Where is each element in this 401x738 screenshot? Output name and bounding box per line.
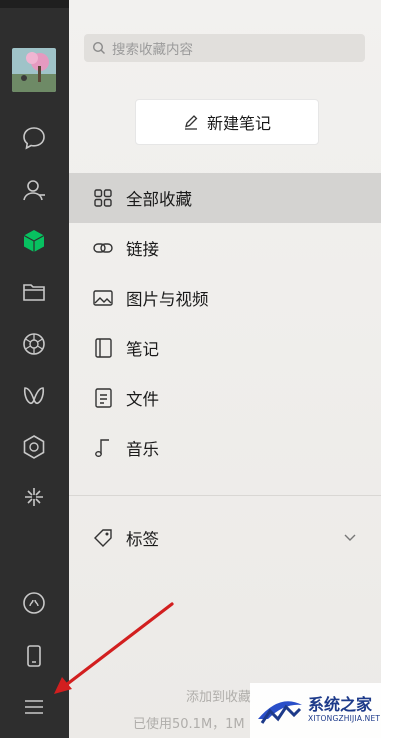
mini-programs-icon[interactable] [19,432,49,462]
nav-music[interactable]: 音乐 [69,423,381,473]
new-note-label: 新建笔记 [206,114,271,133]
nav-label: 图片与视频 [126,290,209,309]
nav-files[interactable]: 文件 [69,373,381,423]
footer-add-text: 添加到收藏 [186,690,252,705]
watermark-subtitle: XITONGZHIJIA.NET [308,714,381,723]
rail-top-strip [0,0,69,8]
chat-icon[interactable] [19,123,49,153]
favorites-panel: 搜索收藏内容 新建笔记 全部收藏 链接 图片与视频 笔记 文件 音乐 标签 添加… [69,0,382,738]
moments-icon[interactable] [19,329,49,359]
file-icon [91,386,115,410]
channels-icon[interactable] [19,381,49,411]
watermark: 系统之家 XITONGZHIJIA.NET [250,683,401,738]
watermark-title: 系统之家 [308,695,373,714]
phone-icon[interactable] [19,641,49,671]
watermark-logo-icon [258,701,302,724]
right-chat-area [381,0,401,738]
search-placeholder: 搜索收藏内容 [112,42,193,58]
nav-label: 全部收藏 [126,190,192,209]
new-note-button[interactable]: 新建笔记 [135,99,319,145]
tags-section[interactable]: 标签 [69,513,381,563]
menu-icon[interactable] [19,692,49,722]
nav-label: 链接 [126,240,159,259]
chevron-down-icon[interactable] [343,530,357,544]
tags-label: 标签 [126,530,159,549]
search-box[interactable]: 搜索收藏内容 [84,34,365,62]
nav-notes[interactable]: 笔记 [69,323,381,373]
link-icon [91,236,115,260]
search-icon [92,41,105,54]
nav-label: 音乐 [126,440,159,459]
notebook-icon [91,336,115,360]
music-icon [91,436,115,460]
favorites-cube-icon[interactable] [19,226,49,256]
divider [69,495,381,496]
mini-program-link-icon[interactable] [19,588,49,618]
grid-icon [91,186,115,210]
folder-icon[interactable] [19,277,49,307]
footer-storage-text: 已使用50.1M，1M [133,717,245,732]
left-nav-rail [0,0,69,738]
contacts-icon[interactable] [19,175,49,205]
search-spark-icon[interactable] [19,482,49,512]
image-icon [91,286,115,310]
nav-links[interactable]: 链接 [69,223,381,273]
nav-images-videos[interactable]: 图片与视频 [69,273,381,323]
nav-label: 文件 [126,390,159,409]
pencil-icon [184,115,198,130]
tag-icon [91,526,115,550]
nav-label: 笔记 [126,340,159,359]
nav-all-favorites[interactable]: 全部收藏 [69,173,381,223]
avatar[interactable] [12,48,56,92]
